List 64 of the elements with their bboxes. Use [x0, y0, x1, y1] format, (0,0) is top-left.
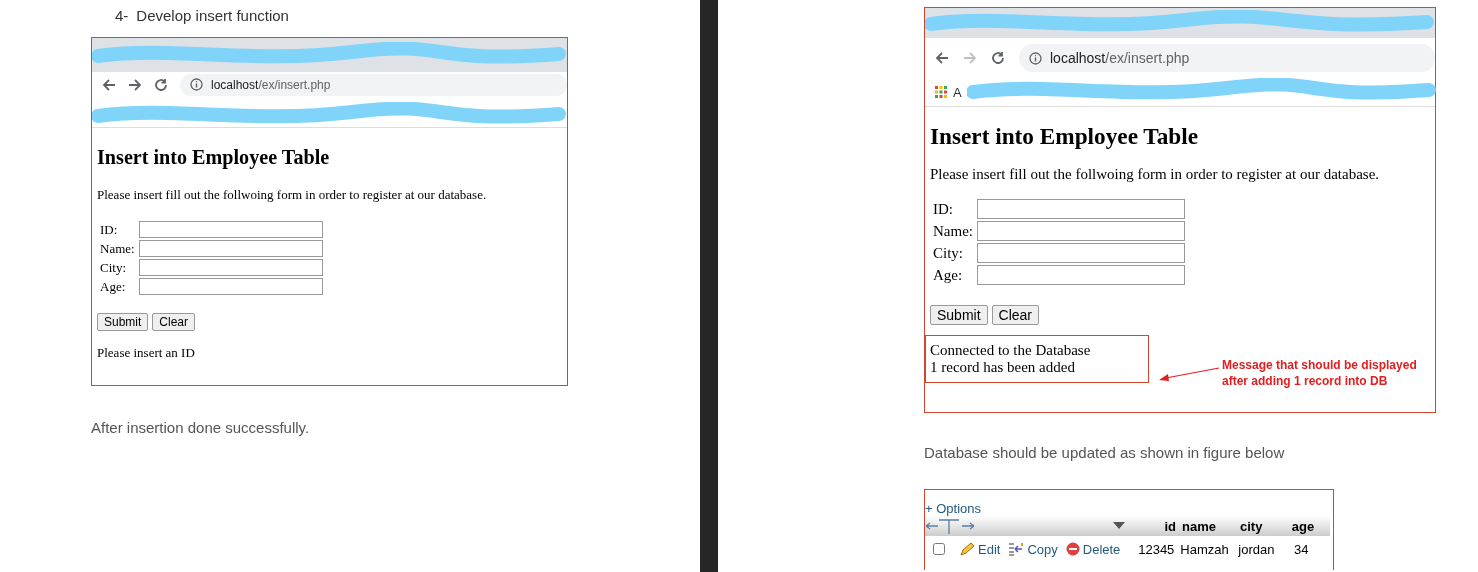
input-field[interactable]: [977, 199, 1185, 219]
address-bar[interactable]: localhost/ex/insert.php: [180, 73, 567, 96]
reload-icon[interactable]: [154, 77, 168, 92]
row-action-link[interactable]: Edit: [959, 541, 1001, 557]
input-field[interactable]: [138, 278, 323, 295]
info-icon: [190, 78, 203, 91]
column-header[interactable]: id: [1130, 518, 1182, 534]
delete-icon: [1065, 542, 1080, 556]
input-field[interactable]: [977, 265, 1185, 285]
field-label: City:: [933, 244, 963, 261]
intro-text: Please insert fill out the follwoing form in order to register at our database.: [930, 166, 1381, 183]
input-field[interactable]: [138, 259, 323, 276]
bookmark-label[interactable]: A: [953, 84, 962, 100]
form-button[interactable]: Clear: [991, 305, 1040, 325]
input-field[interactable]: [138, 240, 323, 257]
back-icon[interactable]: [102, 77, 116, 92]
form-button[interactable]: Clear: [152, 313, 196, 331]
page-title: Insert into Employee Table: [930, 123, 1200, 150]
input-field[interactable]: [977, 221, 1185, 241]
field-label: Name:: [933, 222, 973, 239]
column-resize-icon[interactable]: [925, 518, 975, 534]
annotation-arrow: [1158, 365, 1220, 382]
input-field[interactable]: [977, 243, 1185, 263]
field-label: City:: [100, 260, 126, 275]
row-action-link[interactable]: Delete: [1065, 541, 1121, 557]
column-header[interactable]: age: [1286, 518, 1326, 534]
column-header[interactable]: name: [1182, 518, 1240, 534]
address-bar[interactable]: localhost/ex/insert.php: [1019, 44, 1435, 72]
caption-text: Database should be updated as shown in figure below: [924, 444, 1286, 461]
step-number: 4-: [115, 7, 129, 24]
back-icon[interactable]: [935, 51, 949, 65]
field-label: Age:: [100, 279, 126, 294]
status-message: Please insert an ID: [97, 345, 195, 361]
step-title: Develop insert function: [136, 7, 289, 24]
forward-icon[interactable]: [128, 77, 142, 92]
url-text: localhost/ex/insert.php: [1050, 50, 1190, 66]
column-header[interactable]: city: [1240, 518, 1286, 534]
reload-icon[interactable]: [991, 51, 1005, 65]
row-action-link[interactable]: Copy: [1008, 541, 1058, 557]
status-message: Connected to the Database: [930, 342, 1091, 359]
pencil-icon: [959, 542, 975, 556]
url-text: localhost/ex/insert.php: [211, 77, 331, 92]
caption-text: After insertion done successfully.: [91, 419, 311, 436]
options-link[interactable]: + Options: [925, 490, 1333, 516]
table-cell-text: 34: [1293, 541, 1310, 557]
field-label: Age:: [933, 266, 963, 283]
status-message: 1 record has been added: [930, 359, 1076, 376]
field-label: ID:: [100, 222, 118, 237]
table-cell-text: Hamzah: [1180, 541, 1230, 557]
row-checkbox[interactable]: [933, 543, 945, 555]
copy-icon: [1008, 542, 1025, 556]
table-cell-text: jordan: [1238, 541, 1276, 557]
intro-text: Please insert fill out the follwoing form in order to register at our database.: [97, 187, 488, 203]
input-field[interactable]: [138, 221, 323, 238]
field-label: ID:: [933, 200, 953, 217]
page-title: Insert into Employee Table: [97, 146, 331, 169]
form-button[interactable]: Submit: [930, 305, 988, 325]
form-button[interactable]: Submit: [97, 313, 149, 331]
table-cell-text: 12345: [1137, 541, 1176, 557]
info-icon: [1029, 51, 1042, 65]
apps-icon[interactable]: [935, 86, 947, 98]
sort-dropdown-icon[interactable]: [1113, 522, 1125, 530]
annotation-text: Message that should be displayed after adding 1 record into DB: [1222, 358, 1418, 390]
field-label: Name:: [100, 241, 135, 256]
